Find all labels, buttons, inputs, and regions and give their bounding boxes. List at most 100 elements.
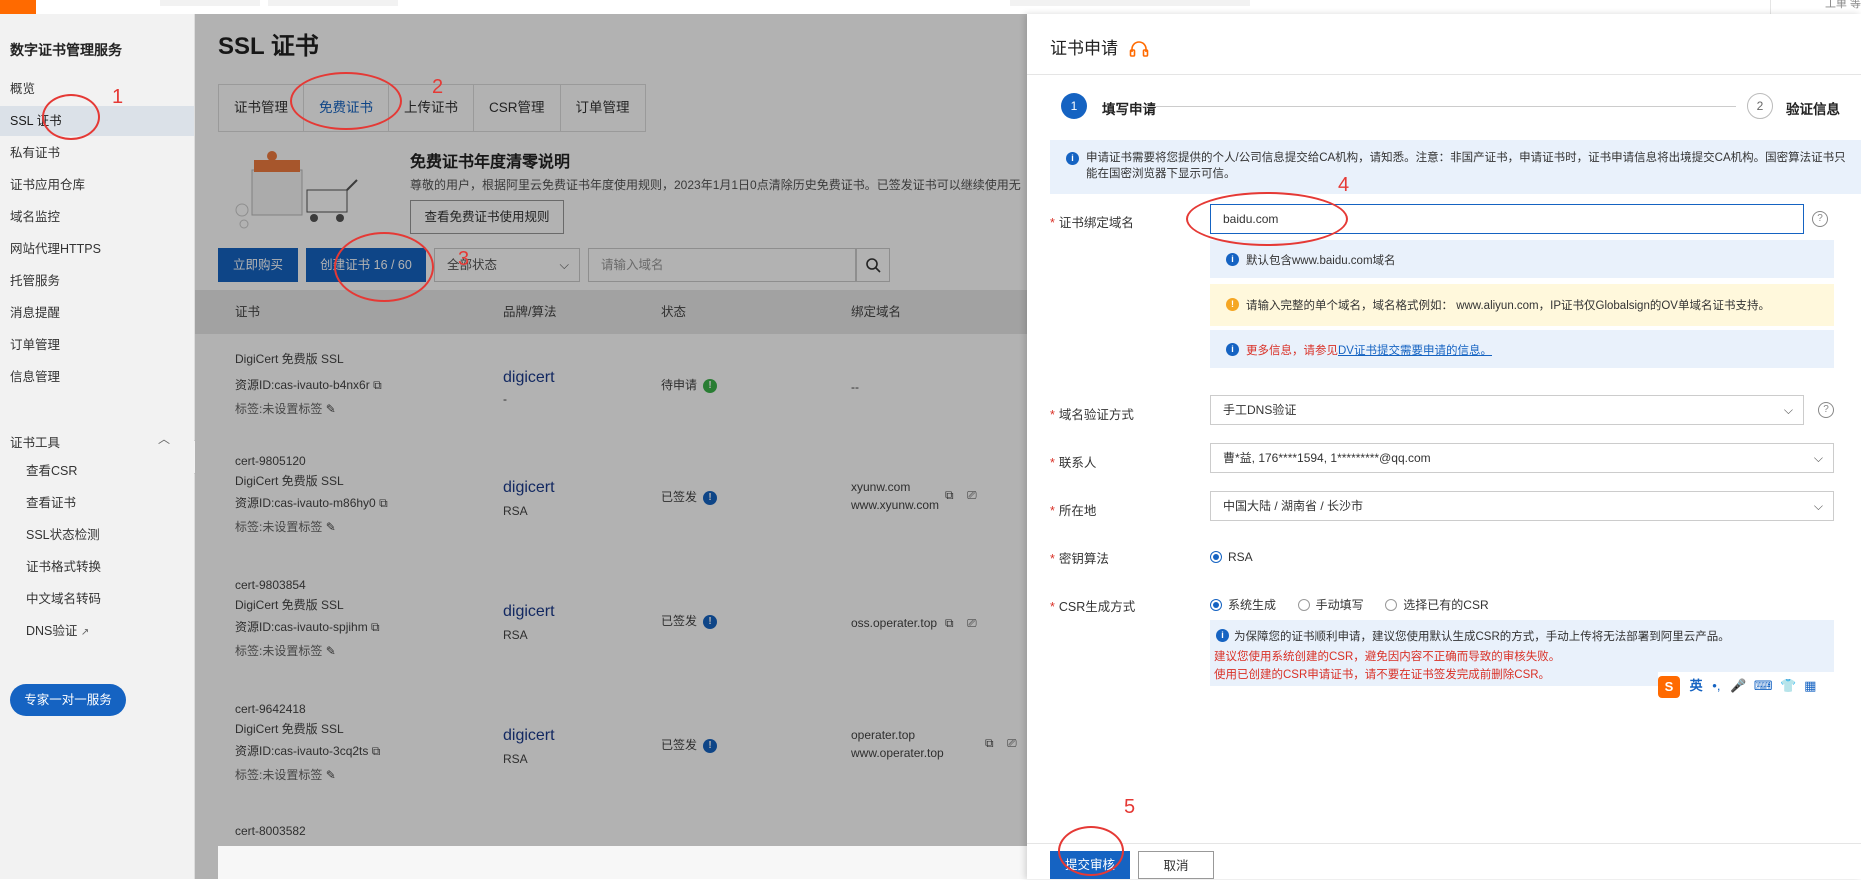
sidebar-title: 数字证书管理服务 [10, 42, 122, 58]
keyboard-icon[interactable]: ⌨ [1754, 678, 1773, 693]
sidebar-group-tools[interactable]: 证书工具 [10, 432, 170, 451]
notice-banner: i 申请证书需要将您提供的个人/公司信息提交给CA机构，请知悉。注意：非国产证书… [1050, 140, 1861, 194]
csr-method-label: * CSR生成方式 [1050, 600, 1136, 614]
csr-warning: 使用已创建的CSR申请证书，请不要在证书签发完成前删除CSR。 [1214, 669, 1551, 681]
location-label: * 所在地 [1050, 504, 1097, 518]
csr-radio-existing[interactable] [1385, 598, 1398, 611]
chevron-up-icon[interactable]: ︿ [158, 430, 170, 447]
microphone-icon[interactable]: 🎤 [1730, 678, 1746, 693]
info-icon: i [1226, 343, 1239, 356]
sidebar-item-overview[interactable]: 概览 [0, 74, 194, 104]
annotation-ellipse [42, 94, 100, 140]
annotation-ellipse [1186, 192, 1348, 246]
csr-radio-manual[interactable] [1297, 598, 1310, 611]
csr-warning: 建议您使用系统创建的CSR，避免因内容不正确而导致的审核失败。 [1214, 651, 1561, 663]
bottom-action-bar [218, 846, 1028, 879]
notice-text: 申请证书需要将您提供的个人/公司信息提交给CA机构，请知悉。注意：非国产证书，申… [1086, 152, 1846, 180]
drawer-footer-divider [1027, 843, 1861, 844]
verify-value: 手工DNS验证 [1223, 403, 1297, 417]
skin-icon[interactable]: 👕 [1780, 678, 1796, 693]
sidebar-item-domain-monitor[interactable]: 域名监控 [0, 202, 194, 232]
sogou-logo-icon: S [1658, 675, 1680, 698]
csr-method-radios: 系统生成 手动填写 选择已有的CSR [1210, 596, 1507, 613]
drawer-title-text: 证书申请 [1050, 39, 1118, 58]
chevron-down-icon: ⌵ [1813, 499, 1823, 513]
domain-label-text: 证书绑定域名 [1058, 216, 1134, 230]
algo-label-text: 密钥算法 [1058, 552, 1109, 566]
top-bar-user[interactable]: 工单 等 [1770, 0, 1861, 14]
annotation-number: 1 [112, 86, 124, 108]
csr-info-text: 为保障您的证书顺利申请，建议您使用默认生成CSR的方式，手动上传将无法部署到阿里… [1234, 631, 1730, 643]
warning-icon: ! [1226, 298, 1239, 311]
contact-label-text: 联系人 [1058, 456, 1097, 470]
brand-logo[interactable] [0, 0, 36, 14]
radio-label: 系统生成 [1228, 598, 1277, 613]
headset-icon[interactable] [1129, 40, 1149, 59]
radio-selected[interactable] [1210, 550, 1222, 563]
help-icon[interactable]: ? [1818, 402, 1834, 418]
rsa-radio[interactable]: RSA [1210, 548, 1271, 564]
sidebar-item-info[interactable]: 信息管理 [0, 362, 194, 392]
ime-toolbar[interactable]: S 英 •, 🎤 ⌨ 👕 ▦ [1658, 672, 1834, 700]
dns-verify-label: DNS验证 [26, 624, 78, 638]
sidebar-item-dns-verify[interactable]: DNS验证 ↗ [0, 616, 194, 646]
domain-warning-hint: ! 请输入完整的单个域名，域名格式例如： www.aliyun.com，IP证书… [1210, 284, 1834, 326]
sidebar-item-private-cert[interactable]: 私有证书 [0, 138, 194, 168]
step-indicator: 2 [1747, 93, 1773, 119]
domain-label: * 证书绑定域名 [1050, 216, 1134, 230]
radio-label: RSA [1228, 549, 1253, 564]
annotation-number: 2 [432, 76, 444, 98]
key-algo-label: * 密钥算法 [1050, 552, 1109, 566]
verify-method-label: * 域名验证方式 [1050, 408, 1134, 422]
verify-label-text: 域名验证方式 [1058, 408, 1134, 422]
chevron-down-icon: ⌵ [1813, 451, 1823, 465]
annotation-ellipse [1058, 826, 1124, 876]
location-value: 中国大陆 / 湖南省 / 长沙市 [1223, 499, 1364, 513]
info-icon: i [1066, 152, 1079, 165]
domain-more-info-hint: i 更多信息，请参见DV证书提交需要申请的信息。 [1210, 330, 1834, 368]
dv-info-link[interactable]: DV证书提交需要申请的信息。 [1338, 345, 1492, 357]
sidebar-item-ssl-check[interactable]: SSL状态检测 [0, 520, 194, 550]
contact-value: 曹*益, 176****1594, 1*********@qq.com [1223, 451, 1431, 465]
sidebar-item-orders[interactable]: 订单管理 [0, 330, 194, 360]
top-bar-field[interactable] [268, 0, 398, 6]
verify-method-select[interactable]: 手工DNS验证 ⌵ [1210, 395, 1804, 425]
help-icon[interactable]: ? [1812, 211, 1828, 227]
drawer-divider [1027, 74, 1861, 75]
top-search-input[interactable] [1010, 0, 1250, 6]
sidebar-item-view-csr[interactable]: 查看CSR [0, 456, 194, 486]
location-select[interactable]: 中国大陆 / 湖南省 / 长沙市 ⌵ [1210, 491, 1834, 521]
sidebar-item-view-cert[interactable]: 查看证书 [0, 488, 194, 518]
sidebar-item-idn-convert[interactable]: 中文域名转码 [0, 584, 194, 614]
csr-radio-system[interactable] [1210, 598, 1222, 611]
expert-service-button[interactable]: 专家一对一服务 [10, 684, 126, 716]
drawer-title: 证书申请 [1050, 34, 1149, 59]
info-icon: i [1226, 253, 1239, 266]
cancel-button[interactable]: 取消 [1138, 851, 1214, 879]
annotation-number: 4 [1338, 174, 1350, 196]
punctuation-icon[interactable]: •, [1712, 678, 1720, 693]
domain-default-hint: i 默认包含www.baidu.com域名 [1210, 240, 1834, 278]
sidebar-item-notifications[interactable]: 消息提醒 [0, 298, 194, 328]
grid-menu-icon[interactable]: ▦ [1804, 678, 1816, 693]
contact-select[interactable]: 曹*益, 176****1594, 1*********@qq.com ⌵ [1210, 443, 1834, 473]
step-connector [1136, 106, 1736, 107]
sidebar-item-format-convert[interactable]: 证书格式转换 [0, 552, 194, 582]
csr-label-text: CSR生成方式 [1058, 600, 1136, 614]
step-label: 验证信息 [1786, 102, 1840, 117]
step-label: 填写申请 [1102, 102, 1156, 117]
info-icon: i [1216, 629, 1229, 642]
sidebar-item-cert-repo[interactable]: 证书应用仓库 [0, 170, 194, 200]
more-info-text: 更多信息，请参见DV证书提交需要申请的信息。 [1246, 342, 1492, 358]
annotation-ellipse [334, 232, 434, 302]
sidebar-item-hosting[interactable]: 托管服务 [0, 266, 194, 296]
chevron-down-icon: ⌵ [1783, 403, 1793, 417]
ime-language[interactable]: 英 [1690, 678, 1703, 693]
hint-text: 默认包含www.baidu.com域名 [1246, 255, 1396, 267]
modal-overlay[interactable] [195, 14, 1027, 879]
radio-label: 选择已有的CSR [1403, 598, 1489, 613]
radio-label: 手动填写 [1315, 598, 1364, 613]
sidebar-item-https-proxy[interactable]: 网站代理HTTPS [0, 234, 194, 264]
top-bar-field[interactable] [160, 0, 260, 6]
hint-text: 请输入完整的单个域名，域名格式例如： www.aliyun.com，IP证书仅G… [1246, 300, 1770, 312]
